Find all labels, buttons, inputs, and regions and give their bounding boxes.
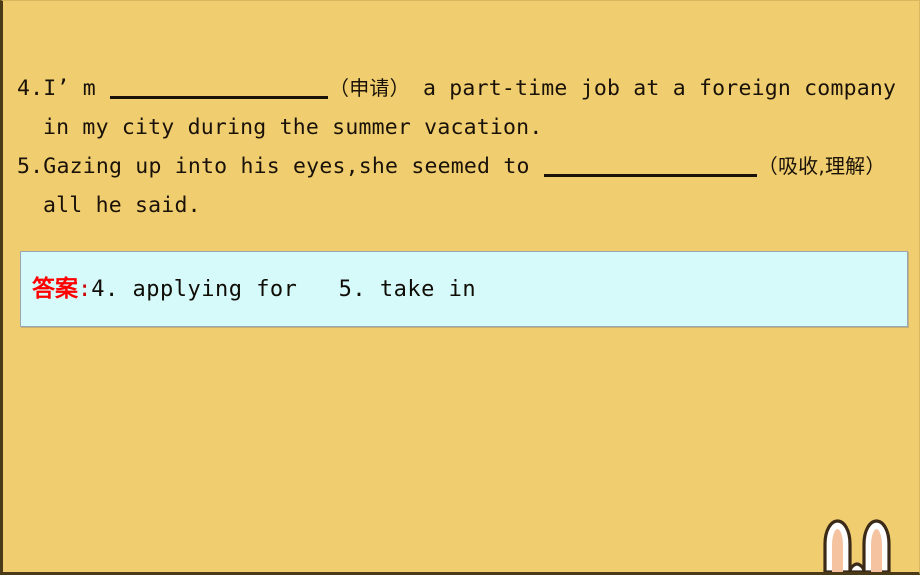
question-5-line-1: 5.Gazing up into his eyes,she seemed to … [17,147,909,186]
answer-body: 4. applying for 5. take in [91,277,477,302]
question-4-line-2: in my city during the summer vacation. [43,115,543,140]
question-5-number: 5. [17,154,44,179]
answer-box: 答案:4. applying for 5. take in [20,251,908,327]
question-5-blank[interactable] [543,152,757,177]
question-5-line-2: all he said. [43,193,201,218]
question-4-number: 4. [17,76,44,101]
answer-colon: : [78,277,92,302]
slide-canvas: 4.I’ m （申请） a part-time job at a foreign… [0,0,920,575]
question-4-blank[interactable] [110,74,329,99]
rabbit-ears-icon [823,519,891,572]
question-4-hint: （申请） [329,76,410,100]
answer-label: 答案 [32,276,78,302]
question-4-text-before: I’ m [43,76,110,101]
question-4-text-after: a part-time job at a foreign company [409,76,897,101]
question-4-line-1: 4.I’ m （申请） a part-time job at a foreign… [17,69,909,108]
question-5-text-before: Gazing up into his eyes,she seemed to [43,154,543,179]
question-item-4: 4.I’ m （申请） a part-time job at a foreign… [17,69,909,147]
questions-list: 4.I’ m （申请） a part-time job at a foreign… [17,69,909,225]
answer-text: 答案:4. applying for 5. take in [32,274,476,305]
question-5-hint: （吸收,理解） [757,154,886,178]
question-item-5: 5.Gazing up into his eyes,she seemed to … [17,147,909,225]
